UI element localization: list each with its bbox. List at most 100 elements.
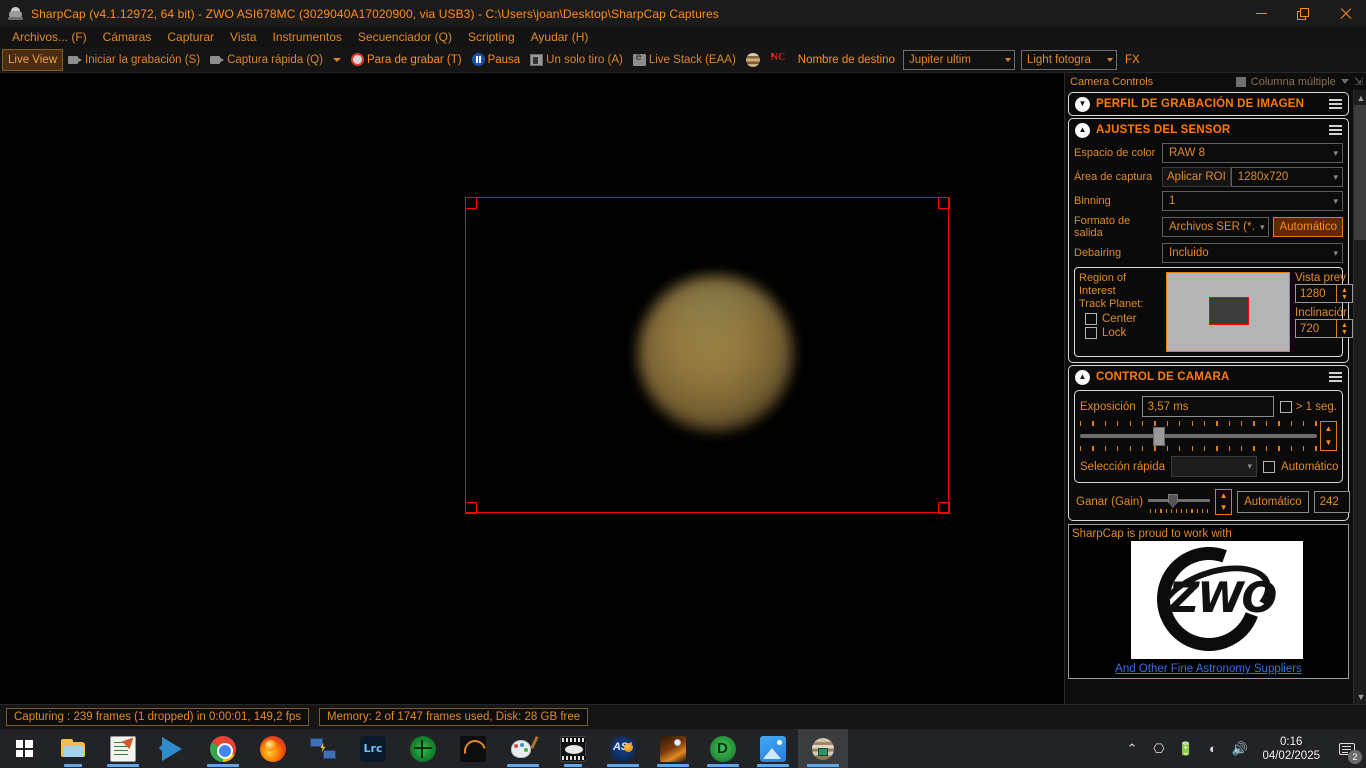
taskbar-registax[interactable] (648, 729, 698, 768)
taskbar-network-tool[interactable] (298, 729, 348, 768)
target-name-combo[interactable]: Jupiter ultim (902, 49, 1015, 70)
over-one-second-row[interactable]: > 1 seg. (1279, 400, 1337, 413)
roi-selection-rectangle[interactable] (464, 196, 950, 514)
volume-icon[interactable]: 🔊 (1231, 740, 1248, 757)
exposure-input[interactable]: 3,57 ms (1141, 396, 1274, 417)
fx-button[interactable]: FX (1120, 49, 1145, 71)
roi-handle-bottom-right[interactable] (937, 501, 950, 514)
clock[interactable]: 0:16 04/02/2025 (1258, 735, 1324, 763)
start-button[interactable] (0, 729, 48, 768)
taskbar-as3[interactable]: AS! (598, 729, 648, 768)
roi-preview-thumbnail[interactable] (1166, 272, 1290, 352)
sponsor-link[interactable]: And Other Fine Astronomy Suppliers (1069, 663, 1348, 675)
exposure-auto-checkbox[interactable] (1263, 460, 1276, 473)
output-format-auto-button[interactable]: Automático (1273, 217, 1343, 237)
pin-icon[interactable]: ⇲ (1354, 75, 1363, 88)
scroll-up-button[interactable]: ▲ (1354, 90, 1366, 105)
no-capture-indicator[interactable]: NC (765, 49, 793, 71)
live-view-button[interactable]: Live View (2, 48, 64, 71)
debayering-combo[interactable]: Incluido ▾ (1162, 243, 1343, 263)
taskbar-vs-code[interactable] (148, 729, 198, 768)
taskbar-file-explorer[interactable] (48, 729, 98, 768)
preview-width-spinner[interactable]: 1280 ▲ ▼ (1295, 284, 1353, 303)
capture-profile-menu-icon[interactable] (1329, 99, 1342, 109)
camera-control-header[interactable]: ▲ CONTROL DE CAMARA (1069, 366, 1348, 388)
chevron-down-icon[interactable]: ▼ (1075, 96, 1090, 112)
roi-handle-bottom-left[interactable] (464, 501, 477, 514)
track-planet-center-row[interactable]: Center (1085, 313, 1161, 325)
apply-roi-button[interactable]: Aplicar ROI (1162, 167, 1231, 187)
live-stack-button[interactable]: Live Stack (EAA) (628, 49, 741, 71)
taskbar-photos[interactable] (748, 729, 798, 768)
start-recording-button[interactable]: Iniciar la grabación (S) (63, 49, 205, 71)
gain-auto-button[interactable]: Automático (1237, 491, 1309, 513)
gain-slider-track[interactable] (1148, 499, 1211, 502)
capture-area-combo[interactable]: 1280x720 ▾ (1230, 167, 1343, 187)
camera-icon[interactable]: ⎔ (1150, 740, 1167, 757)
roi-handle-top-left[interactable] (464, 196, 477, 209)
minimize-button[interactable] (1240, 0, 1282, 27)
taskbar-paint[interactable] (498, 729, 548, 768)
live-view-canvas[interactable] (0, 73, 1064, 704)
exposure-slider[interactable] (1080, 421, 1317, 451)
roi-handle-top-right[interactable] (937, 196, 950, 209)
sensor-settings-menu-icon[interactable] (1329, 125, 1342, 135)
camera-control-menu-icon[interactable] (1329, 372, 1342, 382)
menu-instrumentos[interactable]: Instrumentos (265, 28, 350, 46)
single-shot-button[interactable]: Un solo tiro (A) (525, 49, 628, 71)
taskbar-lightroom-classic[interactable]: Lrc (348, 729, 398, 768)
binning-combo[interactable]: 1 ▾ (1162, 191, 1343, 211)
chevron-up-icon[interactable]: ▲ (1075, 369, 1090, 385)
taskbar-film-viewer[interactable] (548, 729, 598, 768)
battery-icon[interactable]: 🔋 (1177, 740, 1194, 757)
color-space-combo[interactable]: RAW 8 ▾ (1162, 143, 1343, 163)
roi-preview-selection[interactable] (1209, 297, 1249, 325)
wifi-icon[interactable]: ◐ (1204, 740, 1221, 757)
quick-select-combo[interactable]: ▾ (1171, 456, 1258, 477)
menu-archivos[interactable]: Archivos... (F) (4, 28, 95, 46)
track-planet-lock-row[interactable]: Lock (1085, 327, 1161, 339)
quick-capture-dropdown[interactable] (328, 49, 346, 71)
gain-stepper[interactable]: ▲ ▼ (1215, 489, 1233, 515)
tilt-stepper[interactable]: ▲ ▼ (1336, 320, 1352, 337)
pause-button[interactable]: Pausa (467, 49, 526, 71)
multi-column-checkbox[interactable] (1235, 76, 1246, 87)
frame-type-combo[interactable]: Light fotogra (1020, 49, 1117, 70)
tilt-spinner[interactable]: 720 ▲ ▼ (1295, 319, 1353, 338)
maximize-button[interactable] (1282, 0, 1324, 27)
menu-ayudar[interactable]: Ayudar (H) (523, 28, 597, 46)
exposure-stepper[interactable]: ▲ ▼ (1320, 421, 1337, 451)
chevron-down-icon[interactable] (1340, 79, 1349, 84)
track-center-checkbox[interactable] (1085, 313, 1097, 325)
menu-capturar[interactable]: Capturar (159, 28, 222, 46)
scroll-down-button[interactable]: ▼ (1354, 689, 1366, 704)
chevron-up-icon[interactable]: ▲ (1075, 122, 1090, 138)
taskbar-notepad[interactable] (98, 729, 148, 768)
close-button[interactable] (1324, 0, 1366, 27)
scrollbar-thumb[interactable] (1354, 105, 1366, 240)
gain-slider[interactable] (1148, 491, 1211, 513)
stop-recording-button[interactable]: Para de grabar (T) (346, 49, 467, 71)
exposure-slider-thumb[interactable] (1153, 427, 1166, 446)
preview-width-stepper[interactable]: ▲ ▼ (1336, 285, 1352, 302)
menu-vista[interactable]: Vista (222, 28, 264, 46)
menu-scripting[interactable]: Scripting (460, 28, 523, 46)
output-format-combo[interactable]: Archivos SER (*… ▾ (1162, 217, 1270, 237)
notification-center-button[interactable]: 2 (1334, 736, 1362, 764)
menu-secuenciador[interactable]: Secuenciador (Q) (350, 28, 460, 46)
sensor-settings-header[interactable]: ▲ AJUSTES DEL SENSOR (1069, 119, 1348, 141)
exposure-slider-track[interactable] (1080, 434, 1317, 438)
taskbar-sharpcap[interactable] (798, 729, 848, 768)
show-hidden-icons-button[interactable]: ⌃ (1123, 740, 1140, 757)
gain-slider-thumb[interactable] (1167, 494, 1178, 508)
taskbar-autostakkert[interactable] (448, 729, 498, 768)
quick-capture-button[interactable]: Captura rápida (Q) (205, 49, 328, 71)
taskbar-firefox[interactable] (248, 729, 298, 768)
gain-value-input[interactable]: 242 (1313, 491, 1350, 513)
track-lock-checkbox[interactable] (1085, 327, 1097, 339)
over-one-second-checkbox[interactable] (1279, 400, 1292, 413)
capture-profile-header[interactable]: ▼ PERFIL DE GRABACIÓN DE IMAGEN (1069, 93, 1348, 115)
planet-tool-button[interactable] (741, 49, 765, 71)
taskbar-pipp[interactable] (398, 729, 448, 768)
panel-scrollbar[interactable]: ▲ ▼ (1353, 90, 1366, 704)
